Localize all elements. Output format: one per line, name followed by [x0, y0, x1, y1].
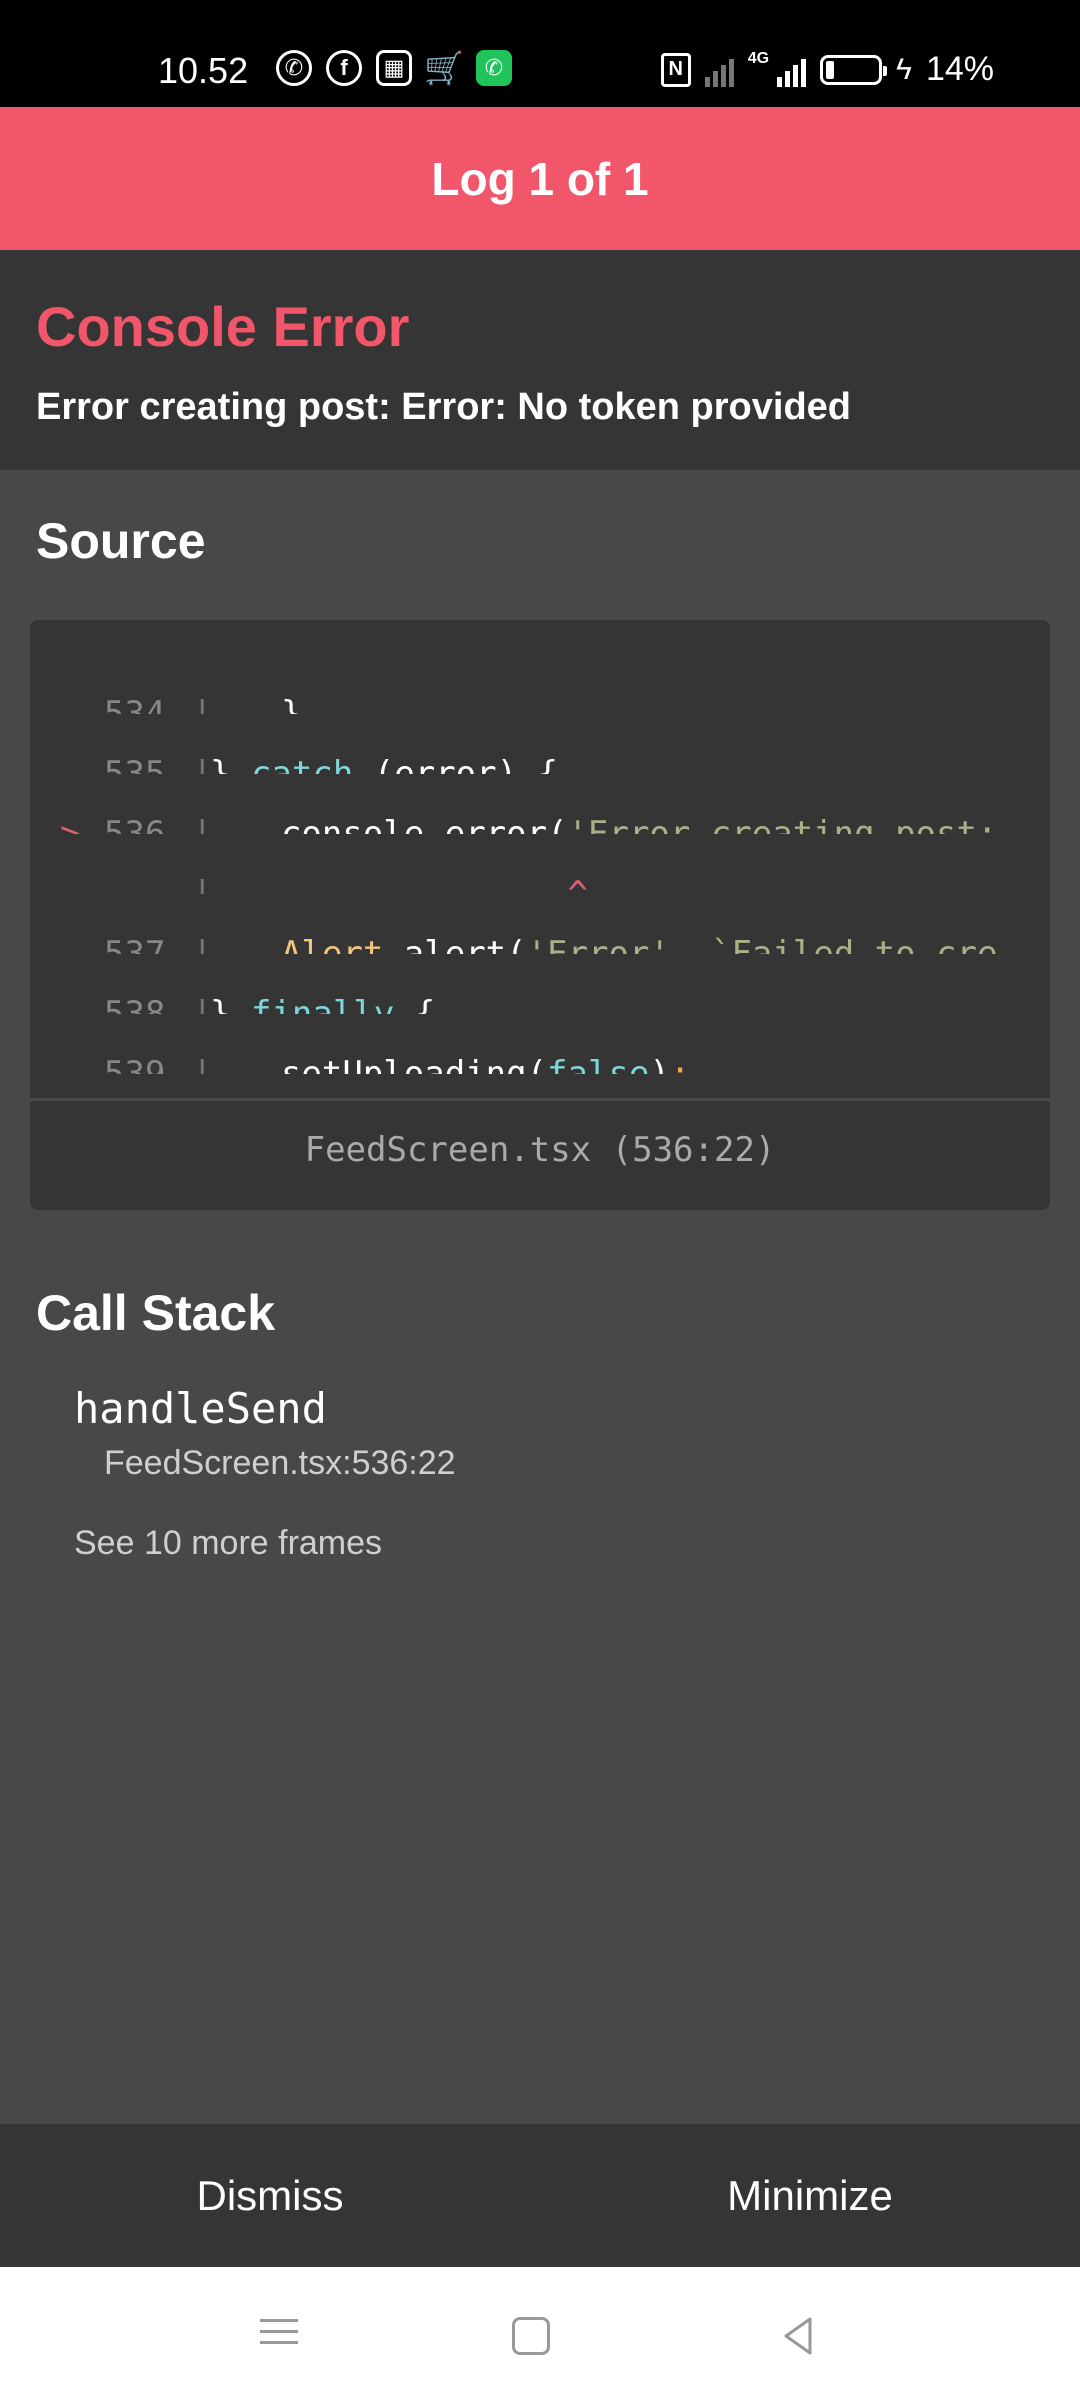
line-number: 539: [104, 1054, 166, 1074]
error-panel: Console Error Error creating post: Error…: [0, 250, 1080, 470]
error-caret: ^: [240, 874, 588, 894]
shopping-cart-icon: 🛒: [424, 50, 464, 86]
log-header: Log 1 of 1: [0, 107, 1080, 250]
line-number: 535: [104, 754, 166, 774]
facebook-icon: f: [326, 50, 362, 86]
line-number: 536: [104, 814, 166, 834]
source-title: Source: [36, 513, 206, 569]
code-line: 539 | setUploading(false);: [30, 1014, 1020, 1074]
code-divider: [30, 1098, 1050, 1101]
source-file-location[interactable]: FeedScreen.tsx (536:22): [30, 1130, 1050, 1170]
charging-bolt-icon: ϟ: [896, 52, 912, 86]
back-triangle-icon[interactable]: [774, 2311, 824, 2361]
network-type: 4G: [747, 50, 770, 67]
status-time: 10.52: [158, 50, 249, 91]
see-more-frames-link[interactable]: See 10 more frames: [74, 1524, 382, 1563]
battery-icon: [820, 54, 888, 85]
nfc-icon: N: [660, 52, 691, 87]
signal-sim1-icon: [704, 53, 734, 87]
log-title: Log 1 of 1: [431, 152, 649, 205]
notification-icons: ✆ f ▦ 🛒 ✆: [276, 50, 512, 86]
system-nav-bar: [0, 2267, 1080, 2400]
battery-percent: 14%: [925, 50, 994, 88]
code-line: 534 | }: [30, 654, 1020, 714]
code-line: 537 | Alert.alert('Error', `Failed to cre: [30, 894, 1020, 954]
code-line: 538 |} finally {: [30, 954, 1020, 1014]
error-title: Console Error: [36, 295, 410, 358]
whatsapp-icon: ✆: [276, 50, 312, 86]
status-bar: 10.52 ✆ f ▦ 🛒 ✆ N 4G ϟ 14%: [0, 0, 1080, 107]
line-number: 537: [104, 934, 166, 954]
source-code-box[interactable]: 534 | } 535 |} catch (error) { >536 | conso…: [30, 620, 1050, 1210]
action-bar: Dismiss Minimize: [0, 2124, 1080, 2267]
signal-sim2-icon: [777, 53, 807, 87]
dismiss-button[interactable]: Dismiss: [0, 2124, 540, 2267]
line-number: 538: [104, 994, 166, 1014]
recents-menu-icon[interactable]: [254, 2311, 304, 2361]
minimize-button[interactable]: Minimize: [540, 2124, 1080, 2267]
code-line: | ^: [30, 834, 1020, 894]
line-number: 534: [104, 694, 166, 714]
code-line-highlighted: >536 | console.error('Error creating post…: [30, 774, 1020, 834]
call-stack-title: Call Stack: [36, 1285, 276, 1341]
stack-frame-location[interactable]: FeedScreen.tsx:536:22: [104, 1444, 456, 1483]
gift-icon: ▦: [376, 50, 412, 86]
code-line: 535 |} catch (error) {: [30, 714, 1020, 774]
error-message: Error creating post: Error: No token pro…: [36, 386, 851, 428]
error-line-marker: >: [60, 814, 81, 834]
stack-frame-function[interactable]: handleSend: [74, 1384, 327, 1433]
home-square-icon[interactable]: [512, 2317, 550, 2355]
phone-icon: ✆: [476, 50, 512, 86]
system-icons: N 4G ϟ 14%: [660, 50, 994, 89]
